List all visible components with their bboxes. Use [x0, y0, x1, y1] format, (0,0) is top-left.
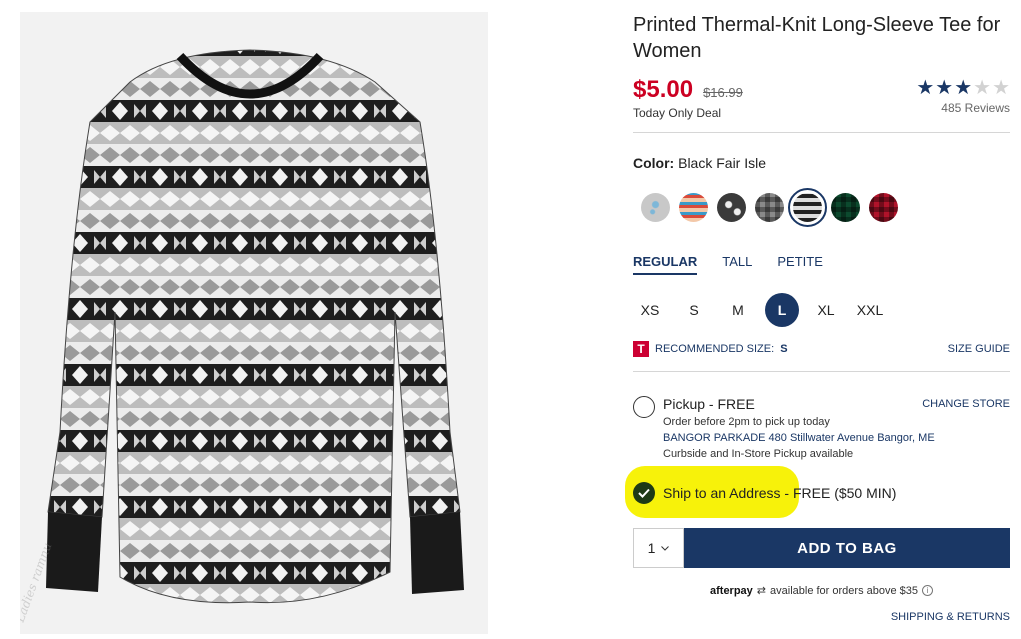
- recommended-size-value: S: [780, 343, 788, 355]
- quantity-select[interactable]: 1: [633, 528, 684, 568]
- pickup-order-by: Order before 2pm to pick up today: [663, 416, 830, 428]
- star-icon: ★: [992, 77, 1010, 99]
- size-option-xxl[interactable]: XXL: [853, 293, 887, 327]
- recommended-size-row: T RECOMMENDED SIZE: S SIZE GUIDE: [633, 341, 1010, 357]
- tab-tall[interactable]: TALL: [722, 254, 752, 275]
- color-label: Color:: [633, 155, 675, 171]
- prices: $5.00 $16.99: [633, 76, 743, 104]
- size-guide-link[interactable]: SIZE GUIDE: [948, 343, 1010, 355]
- rating[interactable]: ★ ★ ★ ★ ★ 485 Reviews: [916, 78, 1010, 115]
- add-to-bag-row: 1 ADD TO BAG: [633, 528, 1010, 568]
- change-store-link[interactable]: CHANGE STORE: [922, 398, 1010, 410]
- tab-petite[interactable]: PETITE: [777, 254, 823, 275]
- afterpay-logo: afterpay: [710, 584, 753, 597]
- sweater-image: [46, 49, 464, 604]
- review-count[interactable]: 485 Reviews: [941, 101, 1010, 115]
- recommended-size-label: RECOMMENDED SIZE:: [655, 343, 775, 355]
- divider: [633, 132, 1010, 133]
- divider: [633, 371, 1010, 372]
- quantity-value: 1: [647, 540, 656, 556]
- pickup-availability: Curbside and In-Store Pickup available: [663, 448, 854, 460]
- sale-price: $5.00: [633, 76, 694, 103]
- afterpay-text: available for orders above $35: [770, 584, 918, 597]
- price-rating-row: $5.00 $16.99 Today Only Deal ★ ★ ★ ★ ★ 485 R…: [633, 76, 1010, 120]
- color-swatch-grey-plaid[interactable]: [755, 193, 784, 222]
- color-swatch-red-buffalo-plaid[interactable]: [869, 193, 898, 222]
- recommended-size: T RECOMMENDED SIZE: S: [633, 341, 788, 357]
- store-address-link[interactable]: BANGOR PARKADE 480 Stillwater Avenue Ban…: [663, 432, 1010, 444]
- checkmark-icon: [638, 488, 650, 498]
- ship-label-wrap: Ship to an Address - FREE ($50 MIN): [663, 485, 896, 501]
- info-icon[interactable]: i: [922, 585, 933, 596]
- star-icon: ★: [916, 77, 935, 99]
- star-icon: ★: [973, 77, 992, 99]
- size-option-s[interactable]: S: [677, 293, 711, 327]
- ship-label: Ship to an Address: [663, 485, 781, 501]
- add-to-bag-button[interactable]: ADD TO BAG: [684, 528, 1010, 568]
- original-price: $16.99: [703, 85, 743, 100]
- star-icon: ★: [954, 77, 973, 99]
- product-title: Printed Thermal-Knit Long-Sleeve Tee for…: [633, 14, 1001, 62]
- product-details-panel: Printed Thermal-Knit Long-Sleeve Tee for…: [625, 12, 1010, 623]
- price-block: $5.00 $16.99 Today Only Deal: [633, 76, 743, 120]
- deal-label: Today Only Deal: [633, 106, 722, 120]
- shipping-returns-link[interactable]: SHIPPING & RETURNS: [633, 611, 1010, 623]
- ship-radio-checked[interactable]: [633, 482, 655, 504]
- color-swatch-black-white-print[interactable]: [717, 193, 746, 222]
- size-options: XS S M L XL XXL: [633, 293, 1010, 327]
- size-option-xl[interactable]: XL: [809, 293, 843, 327]
- pickup-header: Pickup - FREE CHANGE STORE: [663, 396, 1010, 412]
- star-rating: ★ ★ ★ ★ ★: [916, 78, 1010, 98]
- size-option-xs[interactable]: XS: [633, 293, 667, 327]
- ship-option[interactable]: Ship to an Address - FREE ($50 MIN): [625, 466, 1010, 518]
- true-fit-icon: T: [633, 341, 649, 357]
- star-icon: ★: [935, 77, 954, 99]
- size-option-m[interactable]: M: [721, 293, 755, 327]
- product-image[interactable]: Ladies ramnu: [20, 12, 488, 634]
- size-option-l[interactable]: L: [765, 293, 799, 327]
- color-value: Black Fair Isle: [678, 155, 767, 171]
- color-label-row: Color: Black Fair Isle: [633, 155, 1010, 171]
- afterpay-arrows-icon: ⇄: [756, 585, 767, 597]
- tab-regular[interactable]: REGULAR: [633, 254, 698, 275]
- color-swatch-multicolor-fair-isle[interactable]: [679, 193, 708, 222]
- fit-tabs: REGULAR TALL PETITE: [633, 254, 1010, 275]
- color-swatch-green-plaid[interactable]: [831, 193, 860, 222]
- afterpay-info: afterpay ⇄ available for orders above $3…: [633, 584, 1010, 597]
- ship-suffix: - FREE ($50 MIN): [780, 485, 897, 501]
- color-swatch-black-fair-isle[interactable]: [788, 188, 827, 227]
- pickup-option[interactable]: Pickup - FREE CHANGE STORE Order before …: [633, 396, 1010, 460]
- chevron-down-icon: [661, 545, 670, 551]
- color-swatch-light-grey-print[interactable]: [641, 193, 670, 222]
- pickup-details: Pickup - FREE CHANGE STORE Order before …: [663, 396, 1010, 460]
- pickup-radio[interactable]: [633, 396, 655, 418]
- color-swatches: [641, 188, 1010, 227]
- pickup-title: Pickup - FREE: [663, 396, 755, 412]
